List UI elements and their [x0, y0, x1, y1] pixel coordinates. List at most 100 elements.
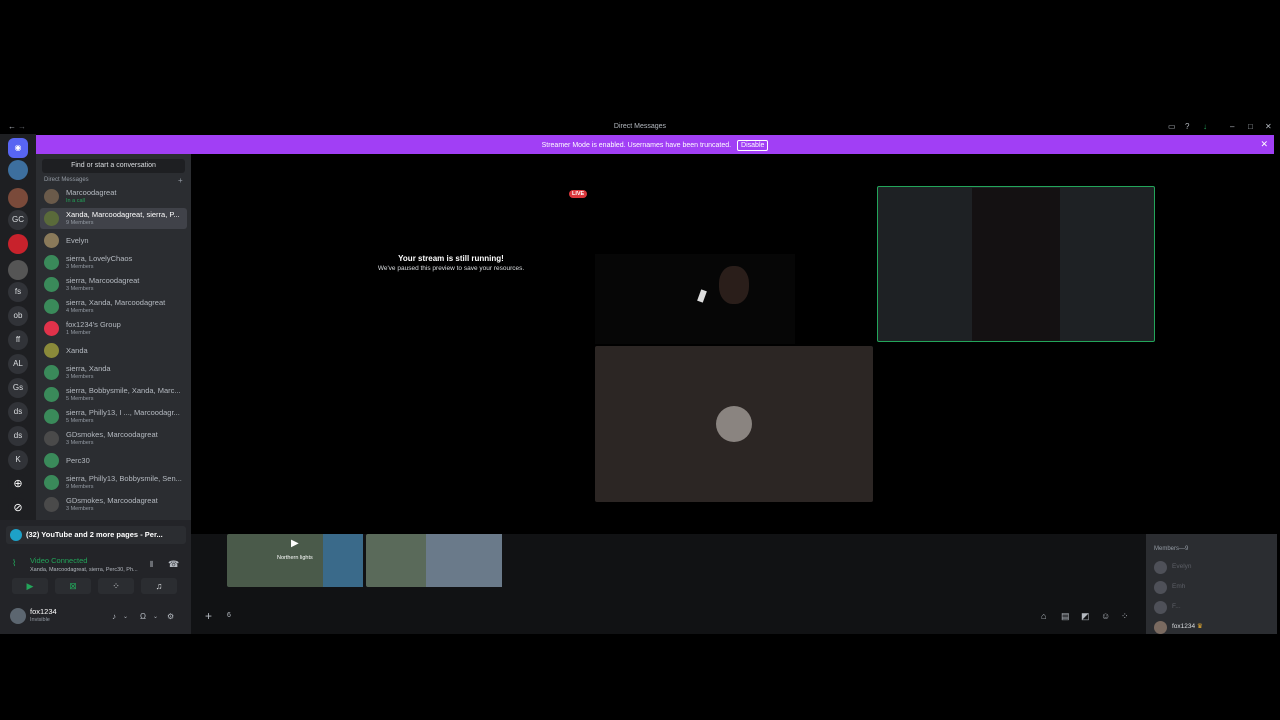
- dm-sub: 3 Members: [66, 506, 94, 512]
- avatar: [44, 189, 59, 204]
- close-banner-icon[interactable]: ✕: [1260, 139, 1268, 150]
- dm-sub: 3 Members: [66, 440, 94, 446]
- play-icon[interactable]: ▶: [291, 538, 299, 549]
- server-gc[interactable]: GC: [8, 210, 28, 230]
- dm-item[interactable]: Perc30: [40, 450, 187, 471]
- live-badge: LIVE: [569, 190, 588, 198]
- member-item[interactable]: Evelyn: [1154, 560, 1192, 574]
- server-k[interactable]: K: [8, 450, 28, 470]
- avatar: [44, 475, 59, 490]
- dm-sub: 4 Members: [66, 308, 94, 314]
- chevron-down-icon[interactable]: ⌄: [123, 613, 128, 620]
- minimize-icon[interactable]: –: [1230, 122, 1234, 131]
- light-glint: [697, 289, 707, 303]
- attach-plus-icon[interactable]: +: [205, 609, 212, 623]
- server-gs[interactable]: Gs: [8, 378, 28, 398]
- dm-item[interactable]: sierra, Philly13, I ..., Marcoodagr... 5 …: [40, 406, 187, 427]
- voice-status[interactable]: Video Connected: [30, 556, 87, 565]
- dm-name: sierra, Xanda, Marcoodagreat: [66, 298, 166, 307]
- close-window-icon[interactable]: ✕: [1265, 122, 1272, 131]
- server-ds-1[interactable]: ds: [8, 402, 28, 422]
- dm-item[interactable]: sierra, Xanda, Marcoodagreat 4 Members: [40, 296, 187, 317]
- avatar: [44, 211, 59, 226]
- streamer-mode-banner: Streamer Mode is enabled. Usernames have…: [36, 135, 1274, 154]
- help-icon[interactable]: ?: [1185, 122, 1189, 131]
- dm-name: Perc30: [66, 456, 90, 465]
- noise-suppression-icon[interactable]: ⫴: [150, 560, 153, 570]
- chevron-down-icon[interactable]: ⌄: [153, 613, 158, 620]
- paused-title: Your stream is still running!: [398, 254, 504, 263]
- members-header: Members—9: [1154, 546, 1189, 552]
- dm-name: Xanda, Marcoodagreat, sierra, P...: [66, 210, 180, 219]
- media-thumbnail[interactable]: ▶ Northern lights: [227, 534, 363, 587]
- member-item[interactable]: Emh: [1154, 580, 1185, 594]
- server-ob[interactable]: ob: [8, 306, 28, 326]
- dm-item[interactable]: sierra, Xanda 3 Members: [40, 362, 187, 383]
- settings-gear-icon[interactable]: ⚙: [167, 612, 174, 621]
- server-fs[interactable]: fs: [8, 282, 28, 302]
- browser-icon: [10, 529, 22, 541]
- soundboard-button[interactable]: ♫: [141, 578, 177, 594]
- app-window: ← → Direct Messages ▭ ? ↓ – □ ✕ ◉ GC fs …: [0, 120, 1280, 634]
- dm-name: Marcoodagreat: [66, 188, 117, 197]
- dm-item[interactable]: fox1234's Group 1 Member: [40, 318, 187, 339]
- user-panel: (32) YouTube and 2 more pages - Per... ⌇…: [0, 520, 191, 634]
- server-avatar-3[interactable]: [8, 234, 28, 254]
- dm-item[interactable]: Xanda, Marcoodagreat, sierra, P... 9 Memb…: [40, 208, 187, 229]
- inbox-icon[interactable]: ▭: [1168, 122, 1176, 131]
- sticker-icon[interactable]: ◩: [1081, 611, 1090, 622]
- gift-icon[interactable]: ⌂: [1041, 611, 1046, 621]
- disconnect-icon[interactable]: ☎: [168, 559, 179, 570]
- server-avatar-2[interactable]: [8, 188, 28, 208]
- video-tile-avatar[interactable]: [595, 346, 873, 502]
- message-counter: 6: [227, 612, 231, 619]
- avatar: [44, 321, 59, 336]
- activity-row[interactable]: (32) YouTube and 2 more pages - Per...: [6, 526, 186, 544]
- dm-item[interactable]: sierra, Philly13, Bobbysmile, Sen... 9 Me…: [40, 472, 187, 493]
- download-icon[interactable]: ↓: [1203, 122, 1207, 131]
- emoji-icon[interactable]: ☺: [1101, 611, 1110, 621]
- gif-icon[interactable]: ▤: [1061, 611, 1070, 622]
- video-tile-active[interactable]: [877, 186, 1155, 342]
- dm-item[interactable]: Xanda: [40, 340, 187, 361]
- dm-item[interactable]: sierra, LovelyChaos 3 Members: [40, 252, 187, 273]
- member-name: Evelyn: [1172, 563, 1192, 570]
- microphone-icon[interactable]: ♪: [112, 612, 116, 621]
- stream-paused-message: Your stream is still running! We've paus…: [371, 254, 531, 272]
- home-discord-icon[interactable]: ◉: [8, 138, 28, 158]
- dm-item[interactable]: sierra, Bobbysmile, Xanda, Marc... 5 Memb…: [40, 384, 187, 405]
- server-ff[interactable]: ff: [8, 330, 28, 350]
- camera-feed[interactable]: [595, 254, 795, 344]
- member-item[interactable]: F...: [1154, 600, 1181, 614]
- camera-button[interactable]: ▶: [12, 578, 48, 594]
- dm-item[interactable]: GDsmokes, Marcoodagreat 3 Members: [40, 428, 187, 449]
- create-dm-icon[interactable]: +: [178, 176, 183, 185]
- dm-item[interactable]: sierra, Marcoodagreat 3 Members: [40, 274, 187, 295]
- dm-item[interactable]: Marcoodagreat In a call: [40, 186, 187, 207]
- server-al[interactable]: AL: [8, 354, 28, 374]
- find-conversation-button[interactable]: Find or start a conversation: [42, 159, 185, 173]
- message-bar[interactable]: + 6 ⌂ ▤ ◩ ☺ ⁘: [191, 606, 1146, 626]
- server-ds-2[interactable]: ds: [8, 426, 28, 446]
- screen-share-button[interactable]: ⊠: [55, 578, 91, 594]
- thumbnail-sky: [323, 534, 363, 587]
- media-thumbnail-2[interactable]: [366, 534, 502, 587]
- banner-text: Streamer Mode is enabled. Usernames have…: [541, 142, 732, 149]
- avatar: [44, 277, 59, 292]
- server-avatar-4[interactable]: [8, 260, 28, 280]
- member-item[interactable]: fox1234 ♛: [1154, 620, 1203, 634]
- server-avatar-1[interactable]: [8, 160, 28, 180]
- headphones-icon[interactable]: Ω: [140, 612, 146, 621]
- dm-name: sierra, Philly13, I ..., Marcoodagr...: [66, 408, 180, 417]
- avatar[interactable]: [10, 608, 26, 624]
- member-list: Members—9 Evelyn Emh F... fox1234 ♛: [1146, 534, 1277, 634]
- apps-icon[interactable]: ⁘: [1121, 611, 1129, 622]
- activities-button[interactable]: ⁘: [98, 578, 134, 594]
- discover-icon[interactable]: ⊘: [8, 498, 28, 518]
- disable-button[interactable]: Disable: [737, 140, 769, 151]
- dm-item[interactable]: GDsmokes, Marcoodagreat 3 Members: [40, 494, 187, 515]
- video-stage: LIVE Your stream is still running! We've…: [191, 154, 1280, 534]
- dm-item[interactable]: Evelyn: [40, 230, 187, 251]
- maximize-icon[interactable]: □: [1248, 122, 1253, 131]
- add-server-icon[interactable]: ⊕: [8, 474, 28, 494]
